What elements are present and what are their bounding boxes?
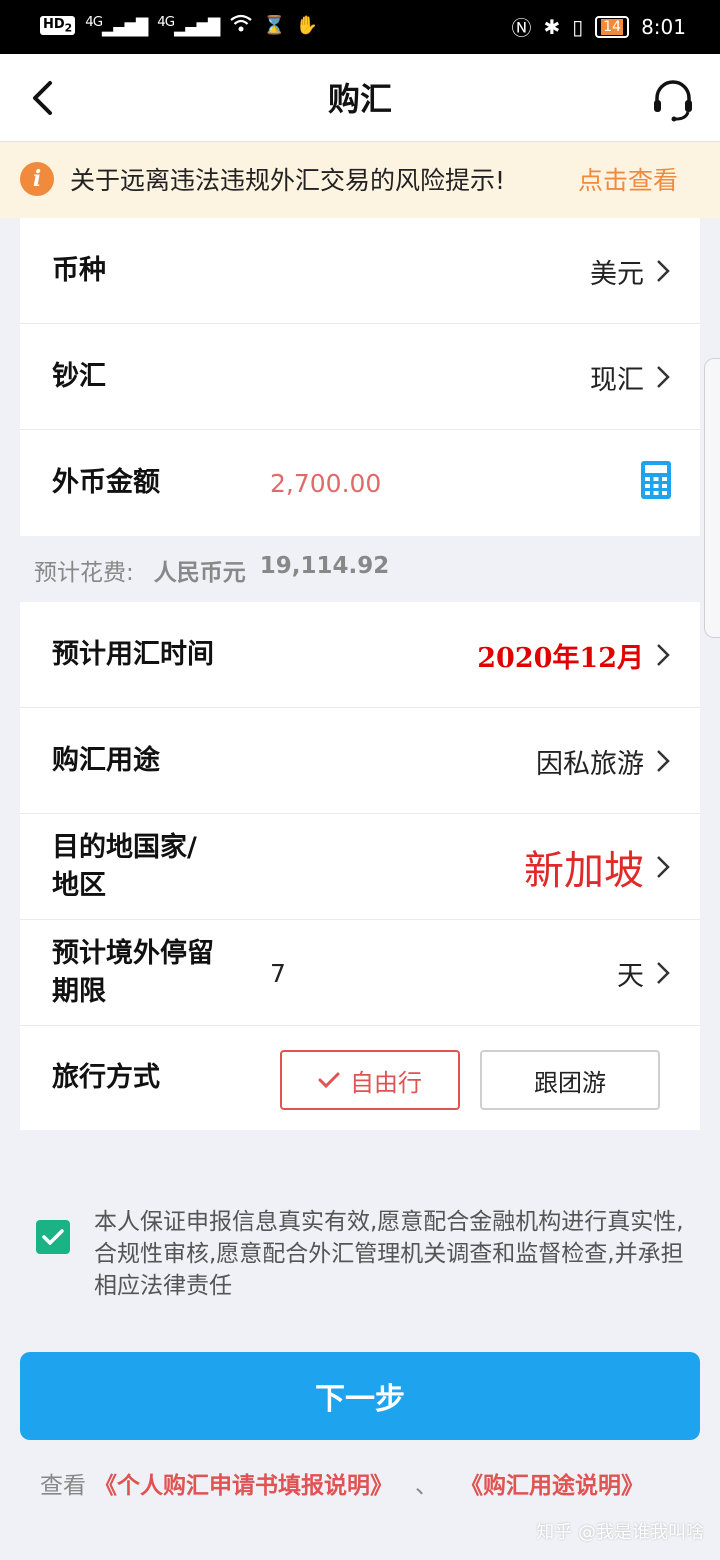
travel-mode-label: 旅行方式 — [52, 1062, 160, 1093]
estimated-cost: 预计花费: 人民币元 19,114.92 — [34, 553, 389, 587]
amount-row: 外币金额 2,700.00 — [20, 430, 700, 536]
usage-time-row[interactable]: 预计用汇时间 2020年12月 — [20, 602, 700, 708]
next-step-button[interactable]: 下一步 — [20, 1352, 700, 1440]
bottom-links: 查看 《个人购汇申请书填报说明》 、 《购汇用途说明》 — [40, 1466, 644, 1500]
view-label: 查看 — [40, 1473, 86, 1499]
calculator-icon[interactable] — [640, 460, 672, 504]
hand-icon: ✋ — [295, 15, 319, 36]
stay-duration-row: 预计境外停留 期限 7 天 — [20, 920, 700, 1026]
destination-label: 目的地国家/ 地区 — [52, 832, 197, 901]
customer-service-icon[interactable] — [650, 78, 696, 122]
currency-row[interactable]: 币种 美元 — [20, 218, 700, 324]
cash-remit-label: 钞汇 — [52, 361, 106, 392]
agreement-text: 本人保证申报信息真实有效,愿意配合金融机构进行真实性,合规性审核,愿意配合外汇管… — [94, 1209, 684, 1299]
destination-row[interactable]: 目的地国家/ 地区 新加坡 — [20, 814, 700, 920]
chevron-right-icon — [657, 260, 670, 282]
status-right: Ⓝ ✱ ▯ 14 8:01 — [511, 12, 686, 41]
estimate-currency: 人民币元 — [153, 560, 246, 586]
signal-icon-1: 4G▂▄▆█ — [85, 14, 148, 37]
info-icon: i — [20, 162, 54, 196]
chevron-right-icon — [657, 644, 670, 666]
battery-icon: 14 — [595, 15, 630, 38]
application-instructions-link[interactable]: 《个人购汇申请书填报说明》 — [94, 1466, 393, 1500]
usage-time-label: 预计用汇时间 — [52, 639, 214, 670]
stay-unit-select[interactable]: 天 — [617, 920, 644, 1026]
stay-duration-label: 预计境外停留 期限 — [52, 938, 214, 1007]
vibrate-icon: ▯ — [572, 14, 584, 39]
amount-label: 外币金额 — [52, 467, 160, 498]
stay-duration-input[interactable]: 7 — [270, 920, 286, 1026]
purpose-instructions-link[interactable]: 《购汇用途说明》 — [460, 1466, 644, 1500]
chevron-right-icon — [657, 750, 670, 772]
nfc-icon: Ⓝ — [511, 16, 532, 40]
purpose-label: 购汇用途 — [52, 745, 160, 776]
risk-notice-bar: i 关于远离违法违规外汇交易的风险提示! 点击查看 — [0, 142, 720, 218]
purpose-row[interactable]: 购汇用途 因私旅游 — [20, 708, 700, 814]
bluetooth-icon: ✱ — [543, 14, 561, 39]
status-bar: HD2 4G▂▄▆█ 4G▂▄▆█ ⌛ ✋ Ⓝ ✱ ▯ 14 8:01 — [0, 0, 720, 54]
chevron-right-icon — [657, 856, 670, 878]
page-title: 购汇 — [327, 80, 392, 118]
currency-card: 币种 美元 钞汇 现汇 外币金额 2,700.00 — [20, 218, 700, 536]
amount-input[interactable]: 2,700.00 — [270, 430, 381, 536]
signal-icon-2: 4G▂▄▆█ — [157, 14, 220, 37]
purpose-value: 因私旅游 — [536, 748, 644, 780]
currency-label: 币种 — [52, 255, 106, 286]
status-time: 8:01 — [641, 14, 686, 39]
cash-remit-row[interactable]: 钞汇 现汇 — [20, 324, 700, 430]
chevron-right-icon — [657, 962, 670, 984]
currency-value: 美元 — [590, 258, 644, 290]
hourglass-icon: ⌛ — [263, 15, 286, 36]
watermark: 知乎 @我是谁我叫啥 — [536, 1522, 704, 1543]
details-card: 预计用汇时间 2020年12月 购汇用途 因私旅游 目的地国家/ 地区 新加坡 … — [20, 602, 700, 1130]
status-left: HD2 4G▂▄▆█ 4G▂▄▆█ ⌛ ✋ — [40, 13, 318, 38]
side-handle[interactable] — [704, 358, 720, 638]
agreement-checkbox[interactable] — [36, 1220, 70, 1254]
estimate-amount: 19,114.92 — [259, 553, 390, 579]
notice-view-link[interactable]: 点击查看 — [578, 161, 678, 197]
app-header: 购汇 — [0, 54, 720, 142]
travel-option-independent[interactable]: 自由行 — [280, 1050, 460, 1110]
hd-icon: HD2 — [40, 15, 76, 36]
wifi-icon — [229, 13, 253, 38]
checkmark-icon — [42, 1229, 64, 1245]
link-separator: 、 — [415, 1473, 438, 1499]
notice-text: 关于远离违法违规外汇交易的风险提示! — [70, 166, 506, 195]
chevron-right-icon — [657, 366, 670, 388]
estimate-label: 预计花费: — [34, 560, 134, 586]
travel-option-group-tour[interactable]: 跟团游 — [480, 1050, 660, 1110]
checkmark-icon — [318, 1072, 340, 1088]
destination-value: 新加坡 — [524, 848, 644, 894]
usage-time-value: 2020年12月 — [477, 642, 644, 674]
cash-remit-value: 现汇 — [590, 364, 644, 396]
travel-mode-row: 旅行方式 自由行 跟团游 — [20, 1026, 700, 1130]
